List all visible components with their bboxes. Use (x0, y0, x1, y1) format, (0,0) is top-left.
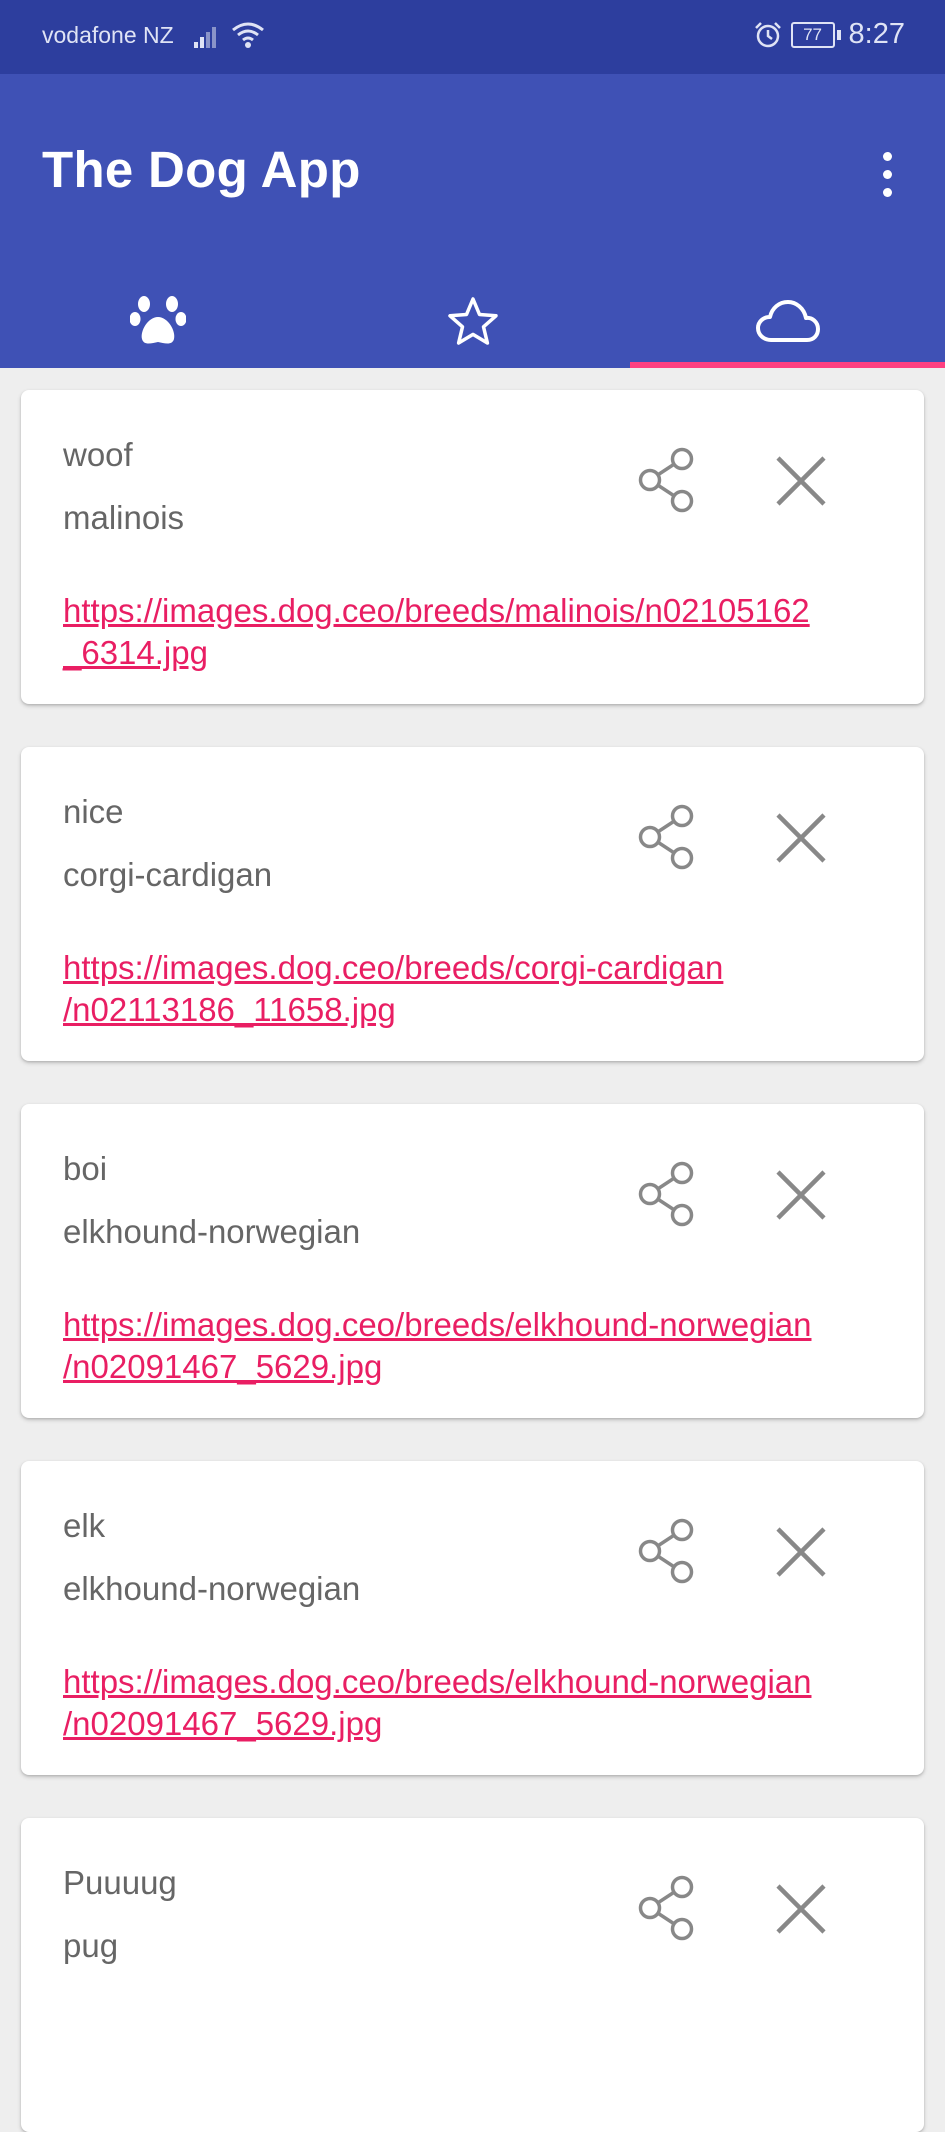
close-icon[interactable] (773, 1881, 829, 1937)
status-bar: vodafone NZ 77 8:27 (0, 0, 945, 74)
overflow-menu-icon[interactable] (870, 144, 904, 204)
dog-card: elk elkhound-norwegian https://images.do… (21, 1461, 924, 1775)
dog-name: woof (63, 436, 133, 473)
paw-icon (129, 296, 186, 344)
dog-name: elk (63, 1507, 106, 1544)
close-icon[interactable] (773, 453, 829, 509)
dog-card: nice corgi-cardigan https://images.dog.c… (21, 747, 924, 1061)
dog-breed: elkhound-norwegian (63, 1570, 361, 1607)
close-icon[interactable] (773, 1524, 829, 1580)
share-icon[interactable] (631, 1873, 701, 1943)
dog-breed: corgi-cardigan (63, 856, 273, 893)
share-icon[interactable] (631, 1516, 701, 1586)
dog-breed: pug (63, 1927, 119, 1964)
tab-bar (0, 274, 945, 368)
wifi-icon (232, 22, 264, 48)
share-icon[interactable] (631, 445, 701, 515)
image-url-link[interactable]: https://images.dog.ceo/breeds/malinois/n… (63, 590, 924, 674)
alarm-icon (754, 21, 781, 47)
dog-card: boi elkhound-norwegian https://images.do… (21, 1104, 924, 1418)
tab-breeds[interactable] (0, 274, 315, 368)
tab-cloud[interactable] (630, 274, 945, 368)
share-icon[interactable] (631, 802, 701, 872)
battery-icon: 77 (790, 21, 841, 48)
dog-breed: elkhound-norwegian (63, 1213, 361, 1250)
carrier-label: vodafone NZ (42, 22, 174, 48)
close-icon[interactable] (773, 810, 829, 866)
app-title: The Dog App (42, 141, 361, 198)
signal-icon (194, 27, 216, 48)
image-url-link[interactable]: https://images.dog.ceo/breeds/elkhound-n… (63, 1661, 924, 1745)
tab-indicator (630, 362, 945, 368)
image-url-link[interactable]: https://images.dog.ceo/breeds/elkhound-n… (63, 1304, 924, 1388)
share-icon[interactable] (631, 1159, 701, 1229)
star-outline-icon (447, 297, 498, 345)
battery-level: 77 (790, 21, 835, 48)
dog-card: woof malinois https://images.dog.ceo/bre… (21, 390, 924, 704)
app-bar: The Dog App (0, 74, 945, 368)
dog-name: boi (63, 1150, 108, 1187)
close-icon[interactable] (773, 1167, 829, 1223)
dog-breed: malinois (63, 499, 185, 536)
dog-name: nice (63, 793, 124, 830)
dog-card: Puuuug pug (21, 1818, 924, 2132)
dog-name: Puuuug (63, 1864, 177, 1901)
clock: 8:27 (848, 18, 905, 50)
image-url-link[interactable]: https://images.dog.ceo/breeds/corgi-card… (63, 947, 924, 1031)
cloud-outline-icon (755, 300, 820, 342)
tab-favourites[interactable] (315, 274, 630, 368)
